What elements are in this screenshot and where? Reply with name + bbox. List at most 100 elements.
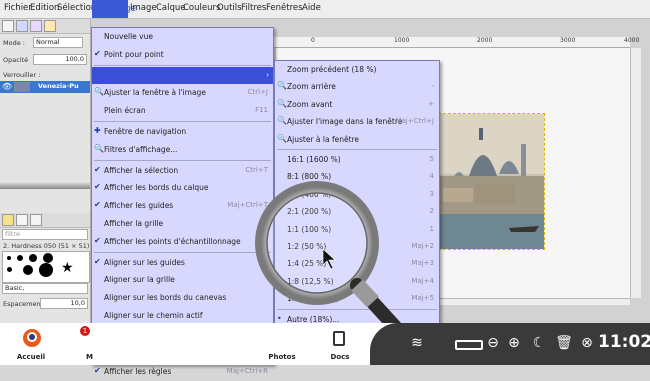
brush-dot-icon[interactable]	[43, 253, 53, 263]
zoom-in-icon[interactable]: ⊕	[505, 334, 523, 352]
accueil-button[interactable]: Accueil	[6, 323, 56, 365]
view-menu-item-label: Nouvelle vue	[104, 32, 153, 41]
paths-tab-icon[interactable]	[30, 20, 42, 32]
view-menu-item-label: Plein écran	[104, 106, 146, 116]
zoom-menu-item[interactable]: 🔍 Zoom avant +	[275, 96, 439, 113]
zoom-menu-item[interactable]: 8:1 (800 %) 4	[275, 168, 439, 185]
menu-item-icon: 🔍	[277, 98, 287, 108]
menu-filtres[interactable]: Filtres	[241, 3, 266, 13]
zoom-menu-item[interactable]: 1:4 (25 %) Maj+3	[275, 255, 439, 272]
vertical-scrollbar[interactable]	[630, 48, 641, 298]
view-menu-item[interactable]: Afficher la grille	[92, 215, 273, 233]
opacity-field[interactable]: 100,0	[33, 54, 87, 65]
view-menu-item-label: Point pour point	[104, 49, 164, 59]
zoom-menu-item[interactable]: 2:1 (200 %) 2	[275, 203, 439, 220]
menu-outils[interactable]: Outils	[217, 3, 242, 13]
docs-button[interactable]: Docs	[318, 323, 362, 365]
layer-row[interactable]: 👁 Venezia-Pu	[0, 81, 90, 93]
zoom-menu-item[interactable]: 1:1 (100 %) 1	[275, 221, 439, 238]
layer-name[interactable]: Venezia-Pu	[38, 82, 79, 90]
menu-fenetres[interactable]: Fenêtres	[266, 3, 303, 13]
brushes-tab-icon[interactable]	[2, 214, 14, 226]
zoom-menu-item-label: 8:1 (800 %)	[287, 172, 332, 182]
dock-scrollbar[interactable]	[0, 181, 90, 189]
menu-aide[interactable]: Aide	[302, 3, 321, 13]
zoom-menu-item[interactable]: Zoom précédent (18 %)	[275, 61, 439, 78]
layers-tab-icon[interactable]	[2, 20, 14, 32]
zoom-menu-item[interactable]: 🔍 Ajuster à la fenêtre	[275, 131, 439, 148]
view-menu-item[interactable]: ✔ Point pour point	[92, 46, 273, 64]
menubar: Fichier Edition Sélection Affichage Imag…	[0, 0, 650, 19]
view-menu-item[interactable]: Zoom (18%) ›	[92, 66, 273, 85]
view-menu-item[interactable]: ✔ Aligner sur les guides	[92, 254, 273, 272]
brush-dot-icon[interactable]	[7, 267, 12, 272]
preset-select[interactable]: Basic,	[2, 283, 88, 294]
zoom-menu-item-label: Zoom avant	[287, 99, 333, 109]
zoom-menu-item-label: 1:2 (50 %)	[287, 242, 327, 251]
zoom-menu-item[interactable]: 16:1 (1600 %) 5	[275, 151, 439, 168]
venice-photo[interactable]	[438, 113, 545, 250]
zoom-menu-item[interactable]: 1:16 (6,25 %) Maj+5	[275, 290, 439, 307]
view-menu-item[interactable]: 🔍 Filtres d'affichage...	[92, 141, 273, 159]
menu-image[interactable]: Image	[130, 3, 157, 13]
zoom-menu-item-label: Zoom arrière	[287, 82, 336, 92]
zoom-menu-item[interactable]: 1:8 (12,5 %) Maj+4	[275, 273, 439, 290]
wifi-icon[interactable]: ≋	[408, 334, 426, 352]
gradients-tab-icon[interactable]	[30, 214, 42, 226]
star-brush-icon[interactable]: ★	[61, 261, 74, 275]
view-menu-item[interactable]: ✔ Afficher les bords du calque	[92, 179, 273, 197]
shortcut-label: Ctrl+T	[245, 165, 268, 174]
zoom-menu-item[interactable]: 🔍 Ajuster l'image dans la fenêtre Maj+Ctrl…	[275, 113, 439, 130]
trash-icon[interactable]: 🗑	[555, 334, 573, 352]
menu-item-icon: 🔍	[277, 133, 287, 143]
zoom-menu-item[interactable]: 1:2 (50 %) Maj+2	[275, 238, 439, 255]
filter-input[interactable]: filtre	[2, 229, 88, 240]
view-menu-item[interactable]: ✔ Afficher les guides Maj+Ctrl+T	[92, 197, 273, 215]
view-menu-item-label: Fenêtre de navigation	[104, 127, 187, 136]
eye-icon[interactable]: 👁	[2, 82, 12, 91]
zoom-menu-item-label: 2:1 (200 %)	[287, 207, 332, 217]
brush-dot-icon[interactable]	[17, 255, 23, 261]
zoom-menu-item[interactable]: 4:1 (400 %) 3	[275, 186, 439, 203]
menu-calque[interactable]: Calque	[156, 3, 186, 13]
menu-edition[interactable]: Edition	[30, 3, 59, 13]
shortcut-label: +	[428, 99, 434, 108]
lifebuoy-icon[interactable]: ⊗	[578, 334, 596, 352]
menu-fichier[interactable]: Fichier	[4, 3, 32, 13]
venice-photo-image	[439, 114, 544, 249]
view-menu-item[interactable]: Plein écran F11	[92, 102, 273, 120]
patterns-tab-icon[interactable]	[16, 214, 28, 226]
shortcut-label: Maj+2	[411, 242, 434, 250]
view-menu-item[interactable]: Aligner sur la grille	[92, 271, 273, 289]
shortcut-label: Maj+Ctrl+R	[226, 367, 268, 376]
view-menu-item[interactable]: ✔ Afficher les règles Maj+Ctrl+R	[92, 363, 273, 381]
zoom-menu-item-label: Ajuster l'image dans la fenêtre	[287, 117, 403, 127]
battery-icon[interactable]	[455, 340, 483, 350]
photos-button[interactable]: Photos	[262, 323, 302, 365]
brush-dot-icon[interactable]	[23, 265, 33, 275]
view-menu-item[interactable]: ✔ Afficher les points d'échantillonnage	[92, 233, 273, 251]
view-menu-item-label: Aligner sur les bords du canevas	[104, 293, 227, 303]
view-menu-item-label: Aligner sur la grille	[104, 275, 175, 285]
menu-couleurs[interactable]: Couleurs	[183, 3, 220, 13]
zoom-out-icon[interactable]: ⊖	[484, 334, 502, 352]
channels-tab-icon[interactable]	[16, 20, 28, 32]
view-menu-item[interactable]: ✔ Afficher la sélection Ctrl+T	[92, 162, 273, 180]
menu-affichage[interactable]: Affichage	[92, 0, 136, 18]
view-menu-item[interactable]: 🔍 Ajuster la fenêtre à l'image Ctrl+J	[92, 84, 273, 102]
menu-selection[interactable]: Sélection	[57, 3, 96, 13]
moon-icon[interactable]: ☾	[530, 334, 548, 352]
spacing-field[interactable]: 10,0	[40, 298, 88, 309]
view-menu-item[interactable]: Aligner sur les bords du canevas	[92, 289, 273, 307]
brush-dot-icon[interactable]	[7, 256, 11, 260]
brush-dot-icon[interactable]	[39, 263, 53, 277]
brush-grid[interactable]: ★	[2, 251, 90, 283]
view-menu-item[interactable]: Nouvelle vue	[92, 28, 273, 46]
brush-dot-icon[interactable]	[29, 254, 37, 262]
zoom-menu-item[interactable]: 🔍 Zoom arrière -	[275, 78, 439, 95]
mode-select[interactable]: Normal	[33, 37, 83, 48]
undo-tab-icon[interactable]	[44, 20, 56, 32]
view-menu-item[interactable]: ✚ Fenêtre de navigation	[92, 123, 273, 141]
mail-button[interactable]: 1 M	[72, 323, 93, 365]
menu-separator	[94, 121, 271, 122]
